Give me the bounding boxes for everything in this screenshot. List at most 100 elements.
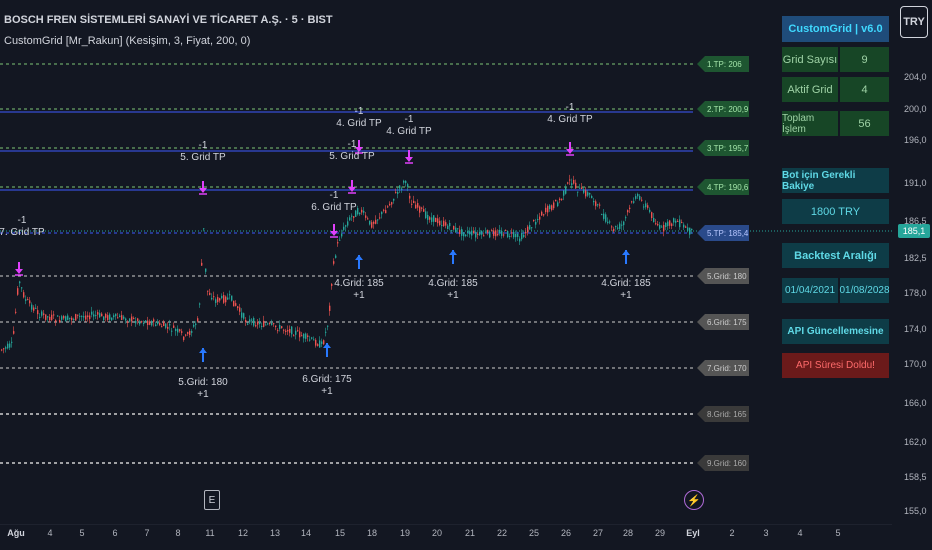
candle [627, 210, 629, 213]
candle [605, 214, 607, 222]
candle [373, 221, 375, 224]
candle [243, 313, 245, 319]
candle [75, 314, 77, 321]
indicator-label[interactable]: CustomGrid [Mr_Rakun] (Kesişim, 3, Fiyat… [4, 35, 250, 47]
candle [197, 318, 199, 322]
price-tick: 186,5 [904, 216, 927, 226]
candle [501, 230, 503, 236]
candle [143, 323, 145, 325]
candle [587, 192, 589, 196]
date-tick: Eyl [686, 528, 700, 538]
candle [519, 238, 521, 242]
candle [437, 218, 439, 224]
candle [147, 320, 149, 325]
candle [529, 225, 531, 230]
candle [567, 182, 569, 184]
candle [395, 192, 397, 194]
candle [23, 292, 25, 298]
candle [357, 208, 359, 215]
candle [325, 331, 327, 333]
candle [249, 319, 251, 323]
candle [333, 261, 335, 264]
candle [159, 322, 161, 326]
candle [513, 231, 515, 238]
candle [517, 233, 519, 237]
candle [623, 221, 625, 226]
candle [131, 316, 133, 322]
candle [459, 229, 461, 234]
total-trades-label: Toplam İşlem [781, 110, 839, 137]
candle [443, 220, 445, 226]
candle [349, 217, 351, 221]
candle [421, 207, 423, 209]
candle [417, 203, 419, 208]
candle [561, 198, 563, 200]
candle [603, 213, 605, 219]
candle [229, 294, 231, 296]
candle [677, 220, 679, 222]
candle [203, 228, 205, 230]
price-tick: 158,5 [904, 472, 927, 482]
date-tick: 4 [47, 528, 53, 538]
candle [367, 218, 369, 220]
candle [615, 226, 617, 228]
candle [439, 220, 441, 226]
candle [685, 226, 687, 228]
candle [497, 234, 499, 236]
candle [151, 321, 153, 326]
candle [629, 207, 631, 210]
price-tick: 178,0 [904, 288, 927, 298]
date-tick: 27 [592, 528, 604, 538]
grid-level-tag: 3.TP: 195,7 [697, 140, 749, 156]
grid-buy-marker [622, 250, 630, 264]
price-tick: 204,0 [904, 72, 927, 82]
candle [125, 318, 127, 321]
candle [63, 316, 65, 319]
candle [657, 224, 659, 226]
candle [295, 330, 297, 335]
candle [301, 335, 303, 337]
candle [499, 229, 501, 234]
tp-annotation: -1 5. Grid TP [180, 140, 226, 163]
candle [343, 226, 345, 230]
candle [323, 340, 325, 345]
candle [483, 235, 485, 237]
candle [681, 221, 683, 223]
candle [239, 307, 241, 312]
candle [361, 209, 363, 213]
candle [633, 201, 635, 203]
candle [523, 234, 525, 237]
candle [85, 315, 87, 320]
date-tick: 4 [797, 528, 803, 538]
candle [559, 198, 561, 201]
candle [309, 339, 311, 341]
candle [613, 228, 615, 232]
grid-buy-marker [355, 255, 363, 269]
candle [541, 211, 543, 216]
candle [425, 211, 427, 219]
candle [113, 315, 115, 318]
date-axis[interactable] [0, 525, 892, 550]
candle [39, 316, 41, 318]
candle [521, 232, 523, 240]
date-tick: 25 [528, 528, 540, 538]
candle [465, 234, 467, 237]
candle [185, 334, 187, 336]
tp-sell-marker [405, 150, 413, 164]
candle [187, 332, 189, 334]
grid-annotation: 5.Grid: 180 +1 [178, 377, 228, 400]
candle [83, 316, 85, 318]
candle [543, 214, 545, 216]
price-chart[interactable] [0, 0, 892, 525]
date-tick: 11 [205, 528, 215, 538]
candle [581, 187, 583, 190]
candle [449, 222, 451, 227]
lightning-event-icon[interactable]: ⚡ [684, 490, 704, 510]
candle [569, 179, 571, 181]
earnings-event-icon[interactable]: E [204, 490, 220, 510]
date-tick: 12 [237, 528, 249, 538]
candle [247, 323, 249, 325]
candle [571, 183, 573, 186]
price-tick: 200,0 [904, 104, 927, 114]
candle [119, 315, 121, 318]
